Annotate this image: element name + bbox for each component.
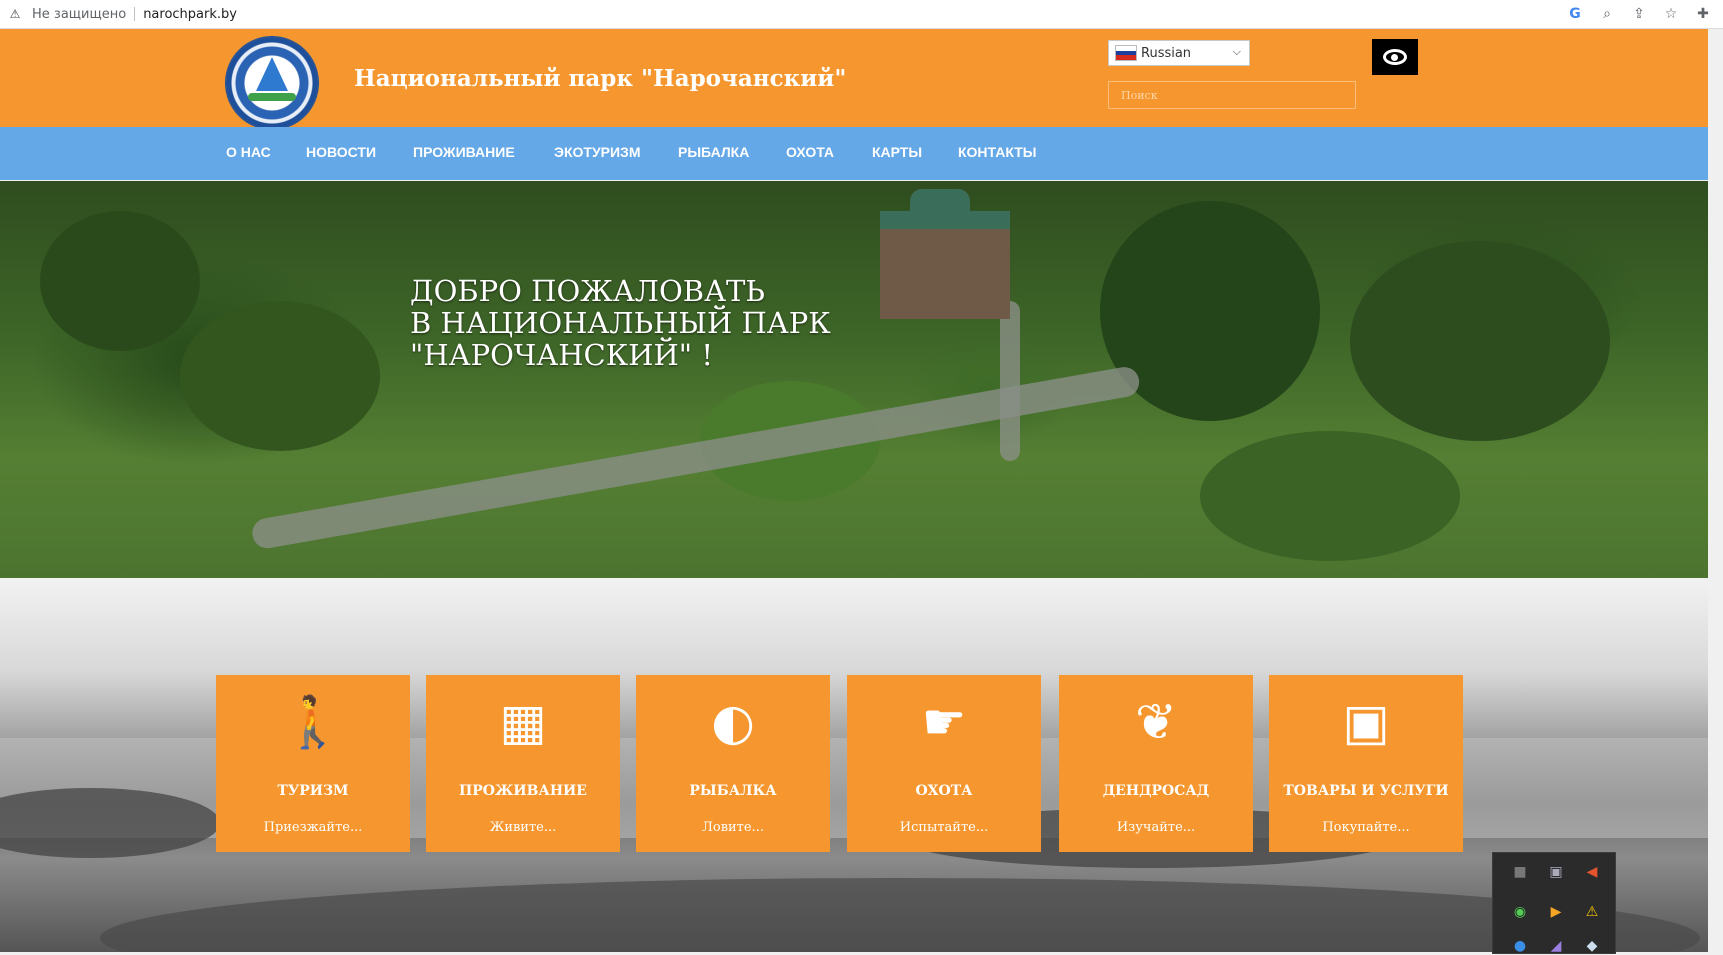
building-icon: ▦ bbox=[499, 693, 547, 751]
network-icon[interactable]: ◉ bbox=[1511, 903, 1529, 921]
service-card-hunting[interactable]: ☛ ОХОТА Испытайте... bbox=[847, 675, 1041, 852]
park-logo[interactable] bbox=[226, 37, 318, 129]
nav-item-accommodation[interactable]: ПРОЖИВАНИЕ bbox=[413, 144, 515, 160]
speaker-icon[interactable]: ◀ bbox=[1583, 863, 1601, 881]
service-subtitle: Живите... bbox=[489, 820, 557, 835]
sail-shape bbox=[256, 57, 288, 91]
services-section: 🚶 ТУРИЗМ Приезжайте... ▦ ПРОЖИВАНИЕ Живи… bbox=[0, 578, 1708, 952]
nav-item-ecotourism[interactable]: ЭКОТУРИЗМ bbox=[554, 144, 641, 160]
share-icon[interactable]: ⇪ bbox=[1631, 6, 1647, 22]
browser-address-bar: ⚠ Не защищено narochpark.by G ⌕ ⇪ ☆ ✚ bbox=[0, 0, 1723, 29]
service-title: ОХОТА bbox=[915, 783, 973, 799]
wave-shape bbox=[248, 93, 296, 101]
search-icon[interactable]: ⌕ bbox=[1599, 6, 1615, 22]
service-card-fishing[interactable]: ◐ РЫБАЛКА Ловите... bbox=[636, 675, 830, 852]
app-icon[interactable]: ◢ bbox=[1547, 937, 1565, 955]
warning-icon[interactable]: ⚠ bbox=[8, 7, 22, 21]
nav-item-about[interactable]: О НАС bbox=[226, 144, 271, 160]
service-title: ТУРИЗМ bbox=[277, 783, 349, 799]
leaf-icon: ❦ bbox=[1135, 693, 1177, 751]
service-title: РЫБАЛКА bbox=[689, 783, 777, 799]
house-shape bbox=[880, 189, 1010, 319]
system-tray-popup: ■ ▣ ◀ ◉ ▶ ⚠ ● ◢ ◆ bbox=[1492, 852, 1616, 954]
hero-banner: ДОБРО ПОЖАЛОВАТЬ В НАЦИОНАЛЬНЫЙ ПАРК "НА… bbox=[0, 181, 1708, 578]
nav-item-contacts[interactable]: КОНТАКТЫ bbox=[958, 144, 1036, 160]
nav-item-maps[interactable]: КАРТЫ bbox=[872, 144, 922, 160]
chevron-down-icon: ⌵ bbox=[1232, 45, 1241, 58]
russia-flag-icon bbox=[1115, 45, 1137, 61]
eye-icon bbox=[1383, 49, 1407, 65]
monitor-icon[interactable]: ▣ bbox=[1547, 863, 1565, 881]
service-card-accommodation[interactable]: ▦ ПРОЖИВАНИЕ Живите... bbox=[426, 675, 620, 852]
app-icon[interactable]: ◆ bbox=[1583, 937, 1601, 955]
security-label[interactable]: Не защищено bbox=[32, 7, 126, 22]
money-icon: ▣ bbox=[1342, 693, 1390, 751]
url-text[interactable]: narochpark.by bbox=[143, 7, 237, 22]
star-icon[interactable]: ☆ bbox=[1663, 6, 1679, 22]
language-select[interactable]: Russian ⌵ bbox=[1108, 40, 1250, 66]
service-title: ПРОЖИВАНИЕ bbox=[459, 783, 587, 799]
nav-item-news[interactable]: НОВОСТИ bbox=[306, 144, 376, 160]
separator bbox=[134, 7, 136, 21]
hand-pointer-icon: ☛ bbox=[921, 693, 967, 751]
service-subtitle: Приезжайте... bbox=[263, 820, 363, 835]
search-input[interactable] bbox=[1108, 81, 1356, 109]
google-icon[interactable]: G bbox=[1567, 6, 1583, 22]
browser-toolbar: G ⌕ ⇪ ☆ ✚ bbox=[1567, 0, 1711, 28]
extensions-icon[interactable]: ✚ bbox=[1695, 6, 1711, 22]
main-nav: О НАС НОВОСТИ ПРОЖИВАНИЕ ЭКОТУРИЗМ РЫБАЛ… bbox=[0, 127, 1708, 180]
service-card-goods[interactable]: ▣ ТОВАРЫ И УСЛУГИ Покупайте... bbox=[1269, 675, 1463, 852]
service-card-arboretum[interactable]: ❦ ДЕНДРОСАД Изучайте... bbox=[1059, 675, 1253, 852]
nav-item-fishing[interactable]: РЫБАЛКА bbox=[678, 144, 749, 160]
service-title: ДЕНДРОСАД bbox=[1102, 783, 1210, 799]
language-value: Russian bbox=[1141, 45, 1192, 61]
media-icon[interactable]: ▶ bbox=[1547, 903, 1565, 921]
service-card-tourism[interactable]: 🚶 ТУРИЗМ Приезжайте... bbox=[216, 675, 410, 852]
road-shape bbox=[1000, 301, 1020, 461]
service-title: ТОВАРЫ И УСЛУГИ bbox=[1283, 783, 1449, 799]
hero-title: ДОБРО ПОЖАЛОВАТЬ В НАЦИОНАЛЬНЫЙ ПАРК "НА… bbox=[410, 274, 831, 372]
app-icon[interactable]: ■ bbox=[1511, 863, 1529, 881]
accessibility-button[interactable] bbox=[1372, 39, 1418, 75]
hiker-icon: 🚶 bbox=[281, 693, 345, 751]
service-subtitle: Испытайте... bbox=[899, 820, 989, 835]
service-subtitle: Изучайте... bbox=[1116, 820, 1196, 835]
fish-icon: ◐ bbox=[711, 693, 755, 751]
service-subtitle: Ловите... bbox=[702, 820, 764, 835]
site-header: Национальный парк "Нарочанский" Russian … bbox=[0, 29, 1708, 129]
site-title[interactable]: Национальный парк "Нарочанский" bbox=[354, 65, 846, 92]
service-subtitle: Покупайте... bbox=[1322, 820, 1410, 835]
warning-icon[interactable]: ⚠ bbox=[1583, 903, 1601, 921]
nav-item-hunting[interactable]: ОХОТА bbox=[786, 144, 834, 160]
bluetooth-icon[interactable]: ● bbox=[1511, 937, 1529, 955]
page-edge bbox=[1708, 29, 1723, 952]
